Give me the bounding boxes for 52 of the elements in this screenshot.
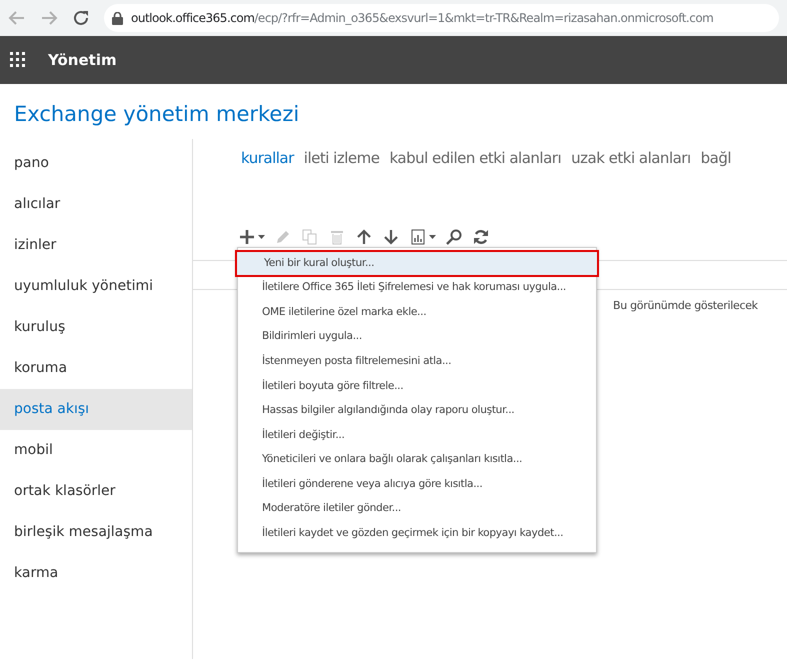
address-bar[interactable]: outlook.office365.com/ecp/?rfr=Admin_o365&exsvurl=1&mkt=tr-TR&Realm=rizasahan.onmicrosoft.com [104, 4, 779, 32]
refresh-icon [472, 228, 490, 246]
search-icon [445, 228, 463, 246]
menu-item[interactable]: İletileri boyuta göre filtrele... [238, 374, 596, 399]
url-path: /ecp/?rfr=Admin_o365&exsvurl=1&mkt=tr-TR&Realm=rizasahan.onmicrosoft.com [254, 11, 714, 25]
menu-item[interactable]: İstenmeyen posta filtrelemesini atla... [238, 350, 596, 374]
sidebar-item[interactable]: kuruluş [0, 307, 192, 348]
menu-item[interactable]: İletileri gönderene veya alıcıya göre kısıtla... [238, 472, 596, 498]
sidebar-item[interactable]: posta akışı [0, 389, 192, 430]
menu-item[interactable]: İletileri kaydet ve gözden geçirmek için bir kopyayı kaydet... [238, 522, 596, 546]
reload-icon[interactable] [72, 9, 90, 27]
url-host: outlook.office365.com [131, 11, 254, 25]
empty-message: Bu görünümde gösterilecek [613, 298, 759, 314]
tab[interactable]: kabul edilen etki alanları [389, 147, 562, 170]
sidebar-item[interactable]: alıcılar [0, 184, 192, 226]
header-title: Yönetim [48, 50, 117, 71]
down-arrow-button[interactable] [382, 228, 400, 246]
sidebar-item[interactable]: uyumluluk yönetimi [0, 266, 192, 308]
page-title: Exchange yönetim merkezi [13, 101, 300, 128]
sidebar-item[interactable]: koruma [0, 348, 192, 390]
lock-icon [112, 12, 123, 24]
tab[interactable]: kurallar [241, 147, 294, 170]
refresh-button[interactable] [472, 228, 490, 246]
add-button[interactable] [238, 228, 265, 246]
up-arrow-icon [355, 228, 373, 246]
sidebar-item[interactable]: mobil [0, 430, 192, 472]
menu-item[interactable]: Hassas bilgiler algılandığında olay raporu oluştur... [238, 398, 596, 424]
search-button[interactable] [445, 228, 463, 246]
report-button[interactable] [409, 228, 436, 246]
caret-icon [258, 234, 265, 239]
sidebar-item[interactable]: izinler [0, 225, 192, 266]
menu-item[interactable]: İletilere Office 365 İleti Şifrelemesi ve hak koruması uygula... [238, 276, 596, 300]
add-icon [238, 228, 256, 246]
tab[interactable]: uzak etki alanları [571, 147, 691, 170]
caret-icon [429, 234, 436, 239]
up-arrow-button[interactable] [355, 228, 373, 246]
tab[interactable]: bağl [700, 147, 732, 170]
tab[interactable]: ileti izleme [304, 147, 380, 170]
report-icon [409, 228, 427, 246]
sidebar-item[interactable]: pano [0, 143, 192, 184]
down-arrow-icon [382, 228, 400, 246]
app-launcher-icon[interactable] [10, 52, 26, 68]
sidebar-item[interactable]: ortak klasörler [0, 471, 192, 512]
menu-item[interactable]: Yeni bir kural oluştur... [236, 251, 598, 276]
sidebar-item[interactable]: karma [0, 553, 192, 594]
menu-item[interactable]: OME iletilerine özel marka ekle... [238, 300, 596, 325]
menu-item[interactable]: İletileri değiştir... [238, 423, 596, 448]
menu-item[interactable]: Bildirimleri uygula... [238, 324, 596, 350]
menu-item[interactable]: Yöneticileri ve onlara bağlı olarak çalışanları kısıtla... [238, 448, 596, 473]
sidebar-item[interactable]: birleşik mesajlaşma [0, 512, 192, 554]
menu-item[interactable]: Moderatöre iletiler gönder... [238, 497, 596, 522]
copy-icon [301, 228, 319, 246]
